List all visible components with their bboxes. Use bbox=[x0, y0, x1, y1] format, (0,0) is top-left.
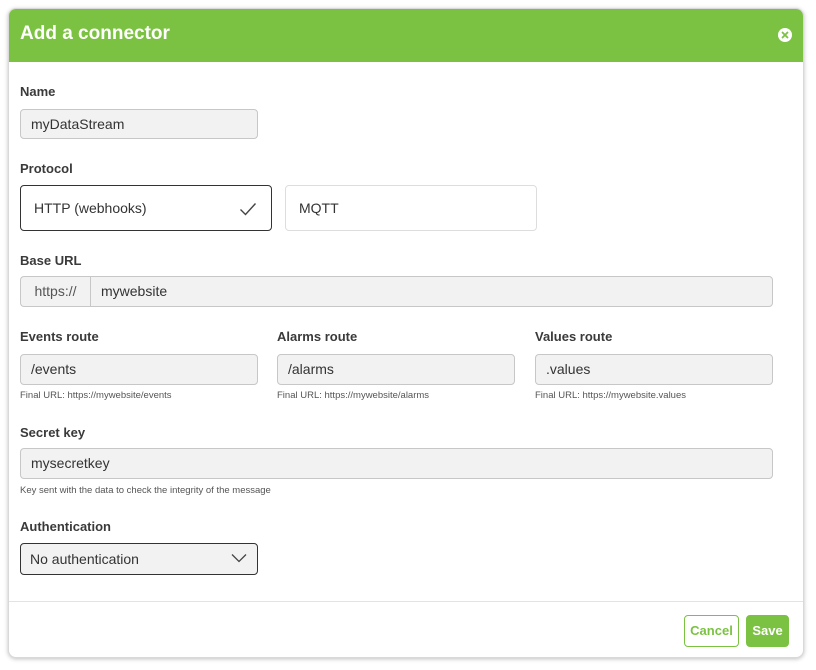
close-button[interactable] bbox=[778, 28, 792, 42]
values-route-input[interactable]: .values bbox=[535, 354, 773, 385]
events-route-label: Events route bbox=[20, 329, 99, 344]
secret-key-input[interactable]: mysecretkey bbox=[20, 448, 773, 479]
authentication-selected-value: No authentication bbox=[30, 551, 139, 567]
protocol-option-label: MQTT bbox=[299, 200, 339, 216]
save-button[interactable]: Save bbox=[746, 615, 789, 647]
alarms-route-input[interactable]: /alarms bbox=[277, 354, 515, 385]
values-route-label: Values route bbox=[535, 329, 613, 344]
base-url-input[interactable]: mywebsite bbox=[90, 276, 773, 307]
alarms-route-label: Alarms route bbox=[277, 329, 358, 344]
chevron-down-icon bbox=[231, 554, 247, 563]
events-route-input[interactable]: /events bbox=[20, 354, 258, 385]
name-label: Name bbox=[20, 84, 56, 99]
dialog-title: Add a connector bbox=[20, 23, 170, 44]
cancel-button[interactable]: Cancel bbox=[684, 615, 739, 647]
base-url-label: Base URL bbox=[20, 253, 82, 268]
alarms-route-hint: Final URL: https://mywebsite/alarms bbox=[277, 390, 430, 401]
dialog-header: Add a connector bbox=[9, 9, 803, 62]
protocol-option-http[interactable]: HTTP (webhooks) bbox=[20, 185, 272, 231]
add-connector-dialog: Add a connector Name myDataStream Protoc… bbox=[8, 8, 804, 658]
name-input[interactable]: myDataStream bbox=[20, 109, 258, 139]
protocol-option-label: HTTP (webhooks) bbox=[34, 200, 147, 216]
close-icon bbox=[781, 31, 789, 39]
authentication-label: Authentication bbox=[20, 519, 111, 534]
checkmark-icon bbox=[240, 203, 257, 216]
secret-key-hint: Key sent with the data to check the inte… bbox=[20, 485, 271, 496]
footer-divider bbox=[9, 601, 803, 602]
secret-key-label: Secret key bbox=[20, 425, 86, 440]
base-url-prefix: https:// bbox=[20, 276, 90, 307]
protocol-option-mqtt[interactable]: MQTT bbox=[285, 185, 537, 231]
protocol-label: Protocol bbox=[20, 161, 73, 176]
events-route-hint: Final URL: https://mywebsite/events bbox=[20, 390, 172, 401]
values-route-hint: Final URL: https://mywebsite.values bbox=[535, 390, 687, 401]
authentication-select[interactable]: No authentication bbox=[20, 543, 258, 575]
